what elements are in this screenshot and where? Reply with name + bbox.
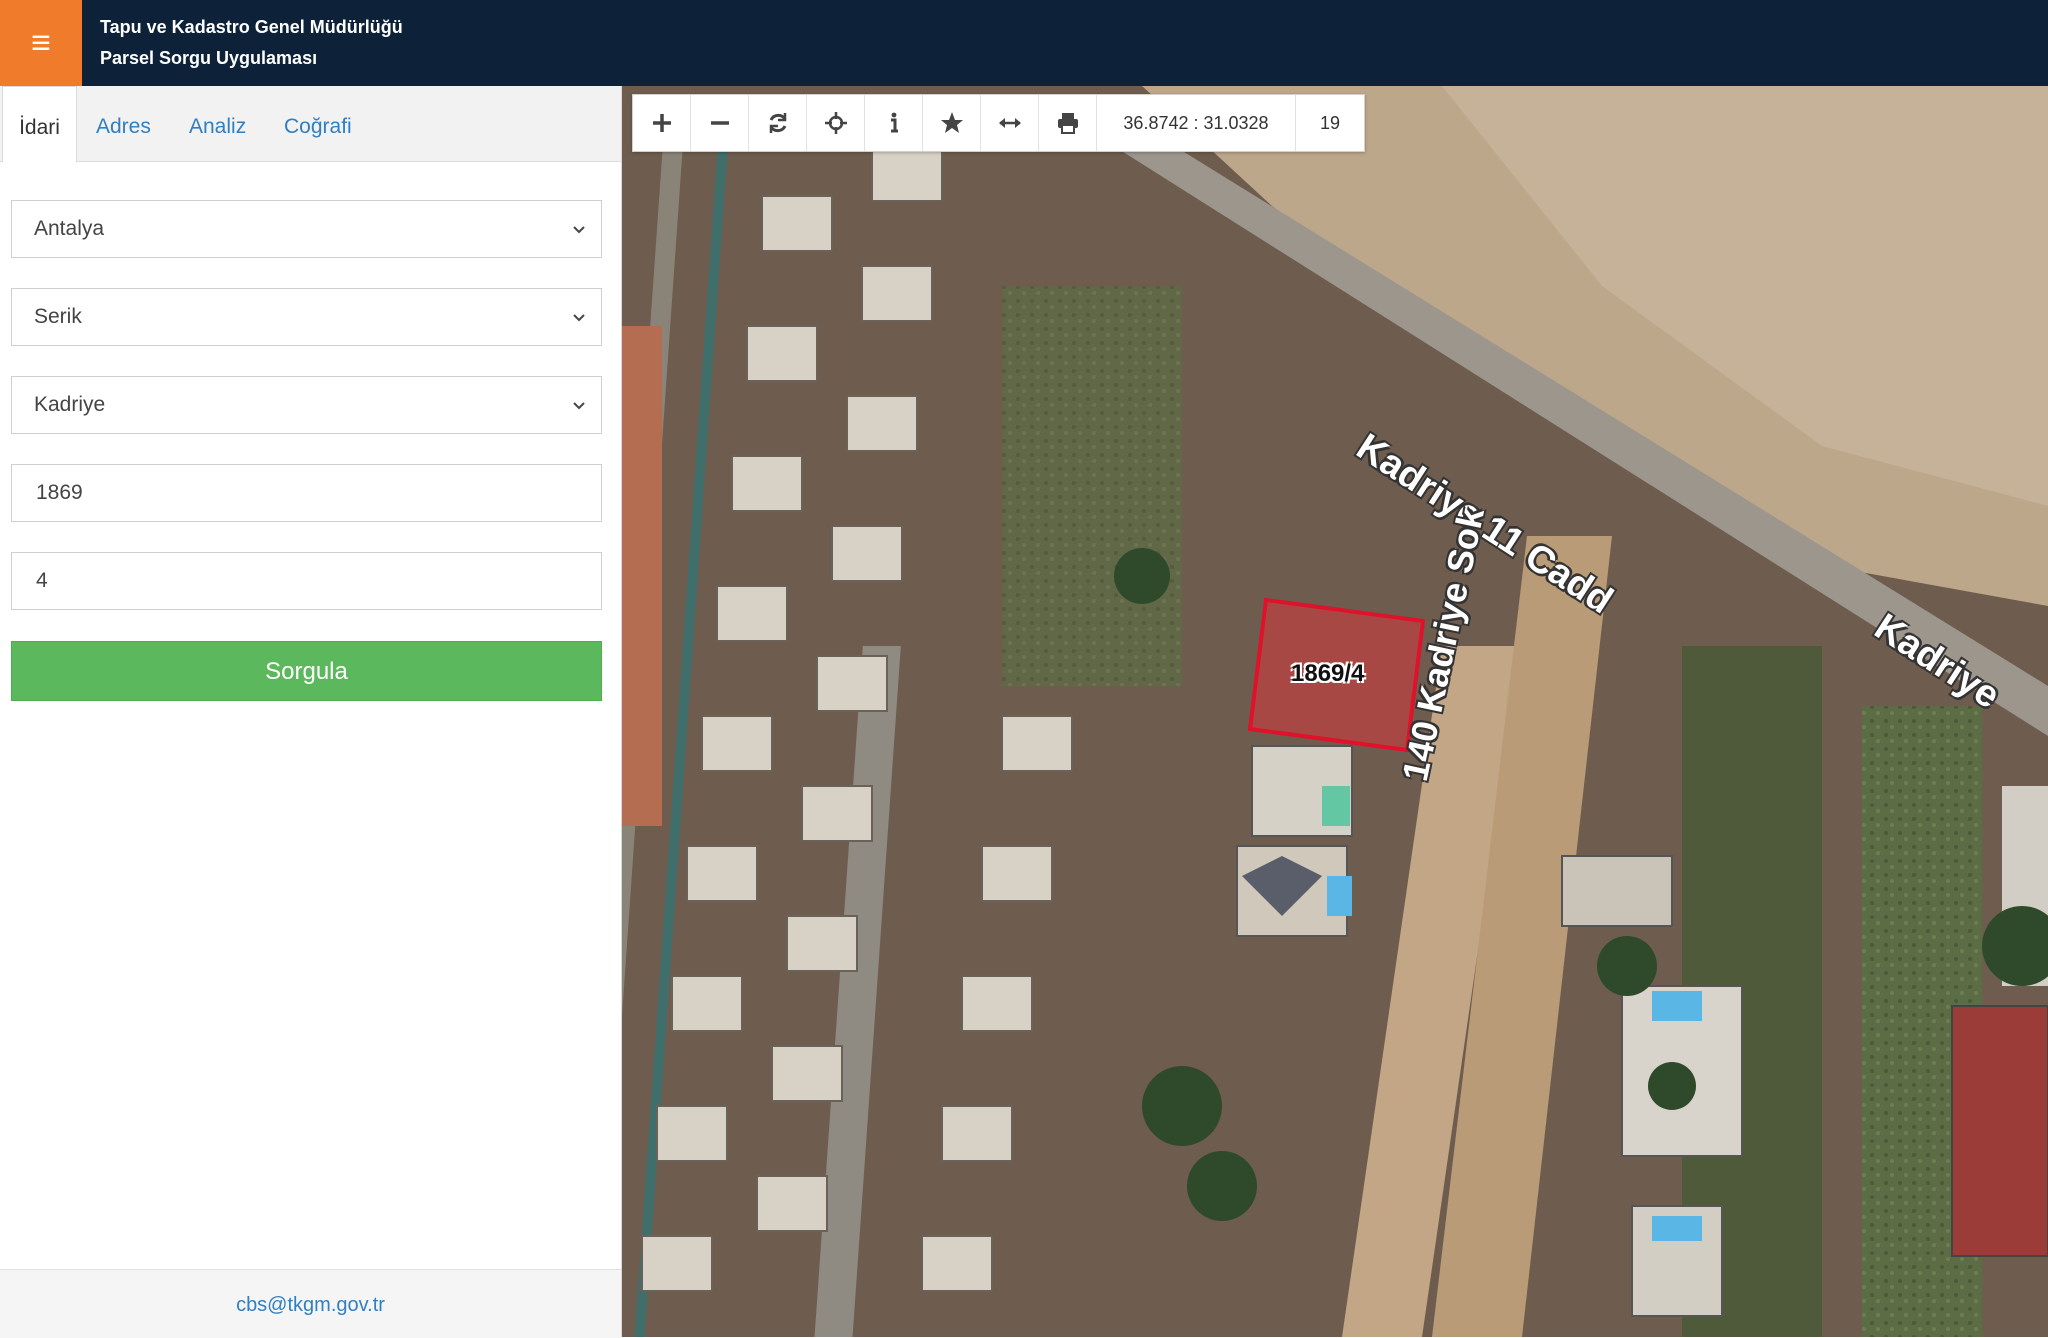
map-view[interactable]: Kadriye 11 Cadd 140 Kadriye Sok Kadriye … <box>622 86 2048 1337</box>
block-number-field[interactable] <box>11 464 602 522</box>
crosshair-icon <box>824 112 847 134</box>
refresh-button[interactable] <box>749 95 807 151</box>
tab-cografi[interactable]: Coğrafi <box>284 86 352 161</box>
sidebar-panel: İdari Adres Analiz Coğrafi Antalya Serik… <box>0 86 622 1338</box>
tab-adres[interactable]: Adres <box>96 86 151 161</box>
tab-bar: İdari Adres Analiz Coğrafi <box>0 86 621 163</box>
app-title: Tapu ve Kadastro Genel Müdürlüğü Parsel … <box>100 12 403 74</box>
map-toolbar: 36.8742 : 31.0328 19 <box>632 94 1365 152</box>
refresh-icon <box>769 113 786 133</box>
satellite-map-image <box>622 86 2048 1337</box>
star-icon <box>940 112 963 133</box>
zoom-in-button[interactable] <box>633 95 691 151</box>
chevron-down-icon <box>573 314 585 322</box>
parcel-number-input[interactable] <box>34 568 578 594</box>
info-icon <box>890 112 898 133</box>
print-button[interactable] <box>1039 95 1097 151</box>
province-value: Antalya <box>34 217 105 240</box>
sidebar-footer: cbs@tkgm.gov.tr <box>0 1269 621 1338</box>
favorite-button[interactable] <box>923 95 981 151</box>
coordinate-readout: 36.8742 : 31.0328 <box>1097 95 1296 151</box>
neighborhood-select[interactable]: Kadriye <box>11 376 602 434</box>
app-header: ≡ Tapu ve Kadastro Genel Müdürlüğü Parse… <box>0 0 2048 86</box>
measure-button[interactable] <box>981 95 1039 151</box>
tab-idari[interactable]: İdari <box>2 86 77 163</box>
hamburger-menu-icon[interactable]: ≡ <box>0 0 82 86</box>
contact-email-link[interactable]: cbs@tkgm.gov.tr <box>0 1294 621 1317</box>
parcel-number-field[interactable] <box>11 552 602 610</box>
tab-analiz[interactable]: Analiz <box>189 86 246 161</box>
app-title-line2: Parsel Sorgu Uygulaması <box>100 48 318 68</box>
arrows-horizontal-icon <box>998 118 1021 128</box>
neighborhood-value: Kadriye <box>34 393 106 416</box>
parcel-label[interactable]: 1869/4 <box>1291 660 1364 688</box>
plus-icon <box>652 114 671 132</box>
block-number-input[interactable] <box>34 480 578 506</box>
zoom-out-button[interactable] <box>691 95 749 151</box>
chevron-down-icon <box>573 226 585 234</box>
province-select[interactable]: Antalya <box>11 200 602 258</box>
district-select[interactable]: Serik <box>11 288 602 346</box>
chevron-down-icon <box>573 402 585 410</box>
zoom-level-readout: 19 <box>1319 113 1341 133</box>
printer-icon <box>1057 113 1078 134</box>
minus-icon <box>710 121 729 125</box>
app-title-line1: Tapu ve Kadastro Genel Müdürlüğü <box>100 17 403 37</box>
info-button[interactable] <box>865 95 923 151</box>
query-button[interactable]: Sorgula <box>11 641 602 701</box>
locate-button[interactable] <box>807 95 865 151</box>
district-value: Serik <box>34 305 82 328</box>
